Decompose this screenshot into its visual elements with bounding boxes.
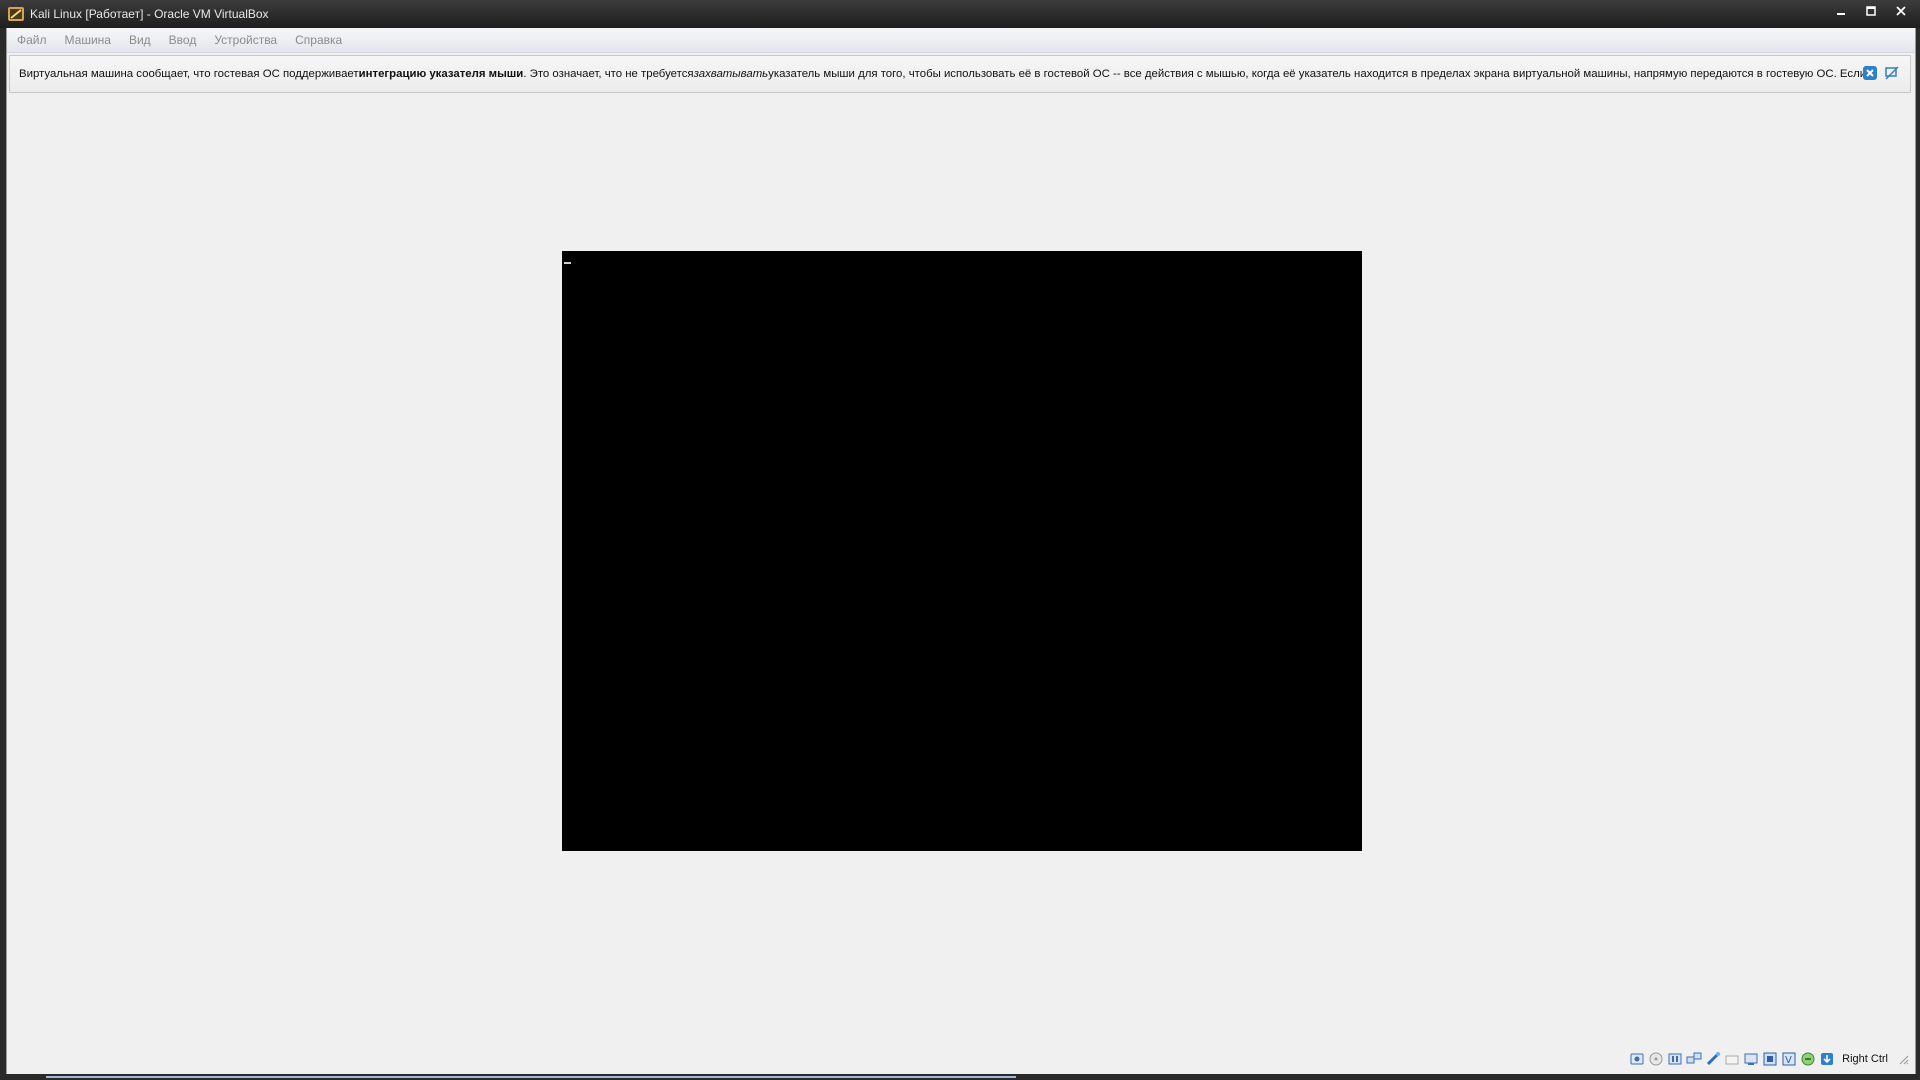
virtualization-icon[interactable]: V [1781,1051,1797,1067]
minimize-button[interactable] [1826,1,1856,21]
taskbar-highlight-strip [46,1076,1016,1078]
minimize-icon [1837,13,1845,15]
notice-close-icon[interactable] [1862,65,1878,81]
title-bar[interactable]: Kali Linux [Работает] - Oracle VM Virtua… [0,0,1920,28]
vm-display[interactable] [562,251,1362,851]
menu-machine[interactable]: Машина [56,28,120,52]
menu-help[interactable]: Справка [286,28,351,52]
notice-buttons [1862,65,1900,81]
menu-file[interactable]: Файл [7,28,56,52]
notice-text-italic: захватывать [693,68,769,80]
virtualbox-app-icon[interactable] [7,5,25,23]
notice-text-3: указатель мыши для того, чтобы использов… [768,68,1867,80]
window-title: Kali Linux [Работает] - Oracle VM Virtua… [30,7,269,21]
notice-text-2: . Это означает, что не требуется [523,68,694,80]
notice-text-1: Виртуальная машина сообщает, что гостева… [19,68,359,80]
network-icon[interactable] [1686,1051,1702,1067]
display-icon[interactable] [1743,1051,1759,1067]
maximize-icon [1866,6,1876,16]
optical-drive-icon[interactable] [1648,1051,1664,1067]
notice-do-not-show-icon[interactable] [1884,65,1900,81]
svg-text:V: V [1785,1055,1792,1066]
host-key-label: Right Ctrl [1842,1053,1888,1065]
mouse-integration-icon[interactable] [1800,1051,1816,1067]
menu-devices[interactable]: Устройства [205,28,286,52]
client-area: Файл Машина Вид Ввод Устройства Справка … [6,28,1916,1074]
mouse-integration-notice: Виртуальная машина сообщает, что гостева… [9,55,1911,93]
keyboard-capture-icon[interactable] [1819,1051,1835,1067]
status-bar: V Right Ctrl [1629,1048,1915,1070]
close-button[interactable] [1886,1,1916,21]
menu-view[interactable]: Вид [120,28,160,52]
menu-bar: Файл Машина Вид Ввод Устройства Справка [7,28,1915,53]
resize-grip-icon[interactable] [1897,1053,1909,1065]
usb-icon[interactable] [1705,1051,1721,1067]
maximize-button[interactable] [1856,1,1886,21]
shared-folders-icon[interactable] [1724,1051,1740,1067]
close-icon [1896,6,1906,16]
notice-text-bold: интеграцию указателя мыши [358,68,524,80]
window-controls [1826,0,1916,22]
video-capture-icon[interactable] [1762,1051,1778,1067]
menu-input[interactable]: Ввод [160,28,206,52]
hard-disk-icon[interactable] [1629,1051,1645,1067]
console-cursor [564,262,571,264]
virtualbox-window: Kali Linux [Работает] - Oracle VM Virtua… [0,0,1920,1080]
audio-icon[interactable] [1667,1051,1683,1067]
